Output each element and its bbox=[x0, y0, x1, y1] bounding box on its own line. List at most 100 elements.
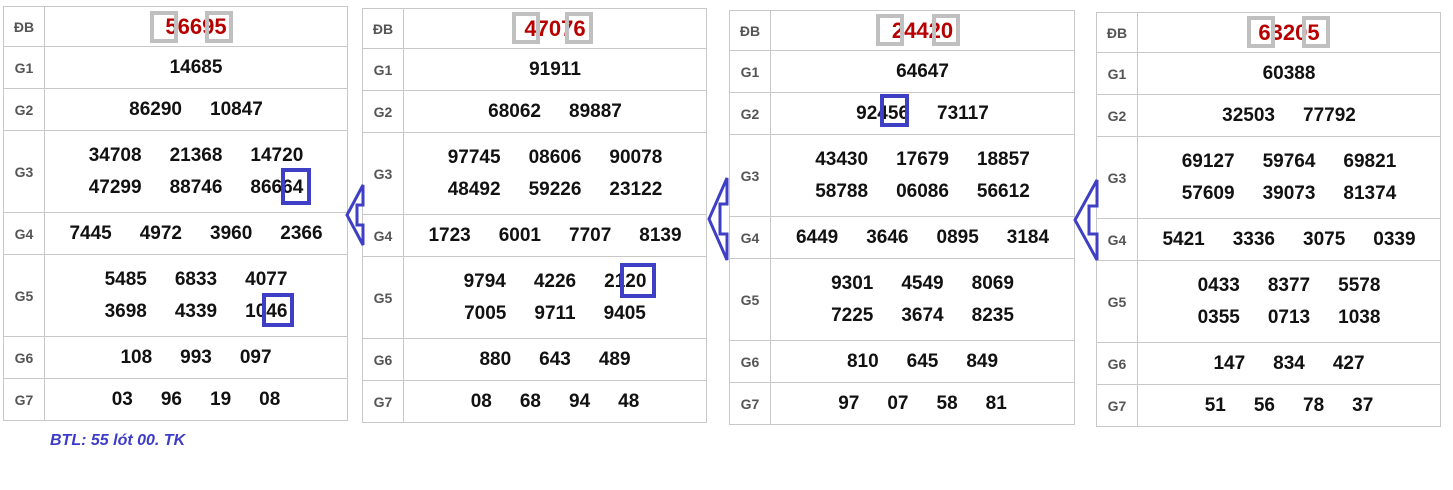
gray-highlight-box bbox=[1247, 16, 1275, 48]
label-g1: G1 bbox=[3, 46, 45, 89]
note-text: BTL: 55 lót 00. TK bbox=[50, 432, 186, 449]
g7-number: 94 bbox=[569, 390, 591, 412]
label-g7: G7 bbox=[3, 378, 45, 421]
label-g3: G3 bbox=[362, 132, 404, 215]
g7-number: 56 bbox=[1253, 394, 1275, 416]
label-db: ĐB bbox=[362, 8, 404, 49]
g5-number: 8377 bbox=[1267, 274, 1311, 296]
label-g1: G1 bbox=[1096, 52, 1138, 95]
gray-highlight-box bbox=[512, 12, 540, 44]
g2-number: 32503 bbox=[1222, 104, 1275, 126]
g3-number: 06086 bbox=[896, 180, 949, 202]
g3-number: 34708 bbox=[88, 144, 142, 166]
label-g5: G5 bbox=[362, 256, 404, 339]
g3-number: 43430 bbox=[815, 148, 869, 170]
g3-number: 21368 bbox=[169, 144, 223, 166]
g4-number: 3184 bbox=[1006, 226, 1050, 248]
g5-number: 4077 bbox=[245, 268, 288, 290]
g5-number: 5485 bbox=[104, 268, 147, 290]
g6-number: 849 bbox=[966, 350, 999, 372]
special-prize-value: 56695 bbox=[44, 6, 348, 47]
g5-number: 0355 bbox=[1197, 306, 1240, 328]
label-g6: G6 bbox=[3, 336, 45, 379]
g6-number: 645 bbox=[906, 350, 939, 372]
g5-number: 0713 bbox=[1267, 306, 1311, 328]
result-table-3: ĐB 24420 G1 64647 G2 92456 73117 G3 4343… bbox=[729, 10, 1075, 425]
g5-number: 9711 bbox=[534, 302, 576, 324]
g3-number: 48492 bbox=[447, 178, 501, 200]
label-g4: G4 bbox=[3, 212, 45, 255]
g5-number: 9794 bbox=[463, 270, 506, 292]
g4-number: 2366 bbox=[280, 222, 323, 244]
g5-number: 3698 bbox=[104, 300, 147, 322]
g6-number: 810 bbox=[846, 350, 879, 372]
g7-number: 07 bbox=[887, 392, 909, 414]
g5-number: 7225 bbox=[831, 304, 874, 326]
g4-number: 6449 bbox=[795, 226, 839, 248]
g3-number: 81374 bbox=[1343, 182, 1397, 204]
label-g7: G7 bbox=[729, 382, 771, 425]
g5-number: 8235 bbox=[971, 304, 1014, 326]
blue-highlight-box bbox=[262, 293, 294, 327]
g2-number: 10847 bbox=[210, 98, 263, 120]
label-g6: G6 bbox=[729, 340, 771, 383]
label-g5: G5 bbox=[3, 254, 45, 337]
g4-number: 3075 bbox=[1303, 228, 1346, 250]
blue-highlight-box bbox=[620, 263, 656, 298]
label-db: ĐB bbox=[1096, 12, 1138, 53]
g6-number: 643 bbox=[539, 348, 571, 370]
g6-number: 108 bbox=[120, 346, 153, 368]
g5-number: 9301 bbox=[831, 272, 874, 294]
arrow-left-icon bbox=[345, 184, 365, 246]
g5-number: 4339 bbox=[174, 300, 218, 322]
gray-highlight-box bbox=[150, 11, 178, 43]
g4-number: 4972 bbox=[139, 222, 182, 244]
g3-number: 90078 bbox=[609, 146, 663, 168]
gray-highlight-box bbox=[205, 11, 233, 43]
g3-number: 57609 bbox=[1181, 182, 1235, 204]
g3-number: 88746 bbox=[169, 176, 223, 198]
g4-number: 1723 bbox=[428, 224, 471, 246]
label-g7: G7 bbox=[362, 380, 404, 423]
g4-number: 0895 bbox=[936, 226, 979, 248]
result-table-2: ĐB 47076 G1 91911 G2 68062 89887 G3 9774… bbox=[362, 8, 707, 423]
g5-number: 3674 bbox=[901, 304, 944, 326]
gray-highlight-box bbox=[876, 14, 904, 46]
g2-number: 86290 bbox=[129, 98, 182, 120]
g3-number: 08606 bbox=[528, 146, 582, 168]
blue-highlight-box bbox=[281, 168, 311, 205]
g6-number: 834 bbox=[1273, 352, 1305, 374]
label-g3: G3 bbox=[3, 130, 45, 213]
g7-number: 81 bbox=[985, 392, 1007, 414]
g5-number: 0433 bbox=[1197, 274, 1240, 296]
g7-number: 51 bbox=[1204, 394, 1226, 416]
g4-number: 3960 bbox=[210, 222, 253, 244]
label-g3: G3 bbox=[729, 134, 771, 217]
g3-number: 69821 bbox=[1343, 150, 1397, 172]
special-prize-value: 24420 bbox=[770, 10, 1075, 51]
g7-number: 78 bbox=[1303, 394, 1325, 416]
label-g6: G6 bbox=[362, 338, 404, 381]
g5-number: 5578 bbox=[1338, 274, 1381, 296]
result-table-1: ĐB 56695 G1 14685 G2 86290 10847 G3 3470… bbox=[3, 6, 348, 421]
g4-number: 5421 bbox=[1162, 228, 1205, 250]
g6-number: 489 bbox=[598, 348, 631, 370]
gray-highlight-box bbox=[565, 12, 593, 44]
g6-number: 993 bbox=[180, 346, 212, 368]
g5-number: 8069 bbox=[971, 272, 1014, 294]
label-g4: G4 bbox=[362, 214, 404, 257]
g5-number: 9405 bbox=[603, 302, 646, 324]
g3-number: 47299 bbox=[88, 176, 142, 198]
g5-number: 6833 bbox=[174, 268, 218, 290]
g2-number: 77792 bbox=[1303, 104, 1356, 126]
g7-number: 03 bbox=[111, 388, 133, 410]
g1-number: 91911 bbox=[529, 58, 581, 80]
g3-number: 59226 bbox=[528, 178, 582, 200]
g1-number: 14685 bbox=[169, 56, 223, 78]
g4-number: 8139 bbox=[639, 224, 682, 246]
g3-number: 69127 bbox=[1181, 150, 1235, 172]
g3-number: 14720 bbox=[250, 144, 304, 166]
g3-number: 23122 bbox=[609, 178, 663, 200]
g3-number: 97745 bbox=[447, 146, 501, 168]
g5-number: 4226 bbox=[533, 270, 577, 292]
